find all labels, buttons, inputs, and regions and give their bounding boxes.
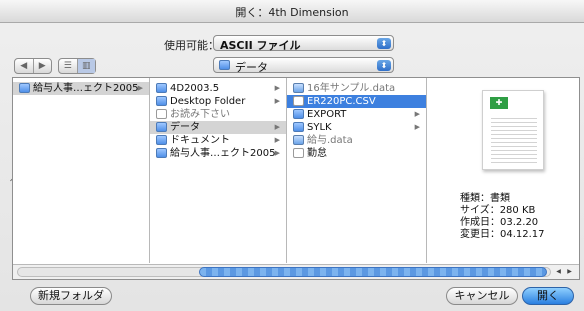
chevron-right-icon: ▶ [274, 123, 280, 131]
folder-icon [293, 109, 304, 119]
database-icon [293, 83, 304, 93]
database-icon [293, 135, 304, 145]
list-item[interactable]: 勤怠 [287, 147, 426, 160]
scroll-thumb[interactable] [199, 267, 547, 277]
enable-popup[interactable]: ASCII ファイル ⬍ [213, 35, 394, 52]
chevron-right-icon: ▶ [137, 84, 143, 92]
window-title: 開く：4th Dimension [235, 6, 349, 19]
folder-icon [156, 122, 167, 132]
preview-modified: 変更日：04.12.17 [460, 229, 545, 240]
browser-column-2: 4D2003.5 ▶ Desktop Folder ▶ お読み下さい データ ▶… [150, 78, 287, 263]
view-mode-buttons: ☰ ▥ [58, 58, 96, 74]
chevron-right-icon: ▶ [414, 110, 420, 118]
back-button[interactable]: ◀ [15, 59, 33, 73]
list-item[interactable]: お読み下さい [150, 108, 286, 121]
folder-icon [156, 83, 167, 93]
list-item[interactable]: 給与.data [287, 134, 426, 147]
spreadsheet-badge-icon: ✚ [490, 97, 508, 109]
enable-popup-value: ASCII ファイル [220, 39, 301, 52]
list-item[interactable]: 給与人事…ェクト2005 ▶ [150, 147, 286, 160]
file-browser: 給与人事…ェクト2005 ▶ 4D2003.5 ▶ Desktop Folder… [12, 77, 580, 280]
list-item[interactable]: ER220PC.CSV [287, 95, 426, 108]
preview-size: サイズ：280 KB [460, 205, 536, 216]
document-icon [156, 109, 167, 119]
preview-created: 作成日：03.2.20 [460, 217, 539, 228]
preview-info: 種類：書類 サイズ：280 KB 作成日：03.2.20 変更日：04.12.1… [460, 193, 545, 241]
chevron-right-icon: ▶ [414, 123, 420, 131]
chevron-right-icon: ▶ [274, 84, 280, 92]
chevron-right-icon: ▶ [274, 149, 280, 157]
folder-icon [219, 60, 230, 70]
scroll-arrows: ◀ ▶ [553, 267, 575, 277]
list-item[interactable]: 給与人事…ェクト2005 ▶ [13, 82, 149, 95]
location-popup[interactable]: データ ⬍ [213, 57, 394, 74]
list-item[interactable]: EXPORT ▶ [287, 108, 426, 121]
preview-kind: 種類：書類 [460, 193, 510, 204]
cancel-button[interactable]: キャンセル [446, 287, 518, 305]
forward-button[interactable]: ▶ [32, 59, 52, 73]
spreadsheet-document-icon: ✚ [482, 90, 544, 170]
chevron-right-icon: ▶ [274, 136, 280, 144]
list-item[interactable]: SYLK ▶ [287, 121, 426, 134]
back-forward-buttons: ◀ ▶ [14, 58, 52, 74]
new-folder-button[interactable]: 新規フォルダ [30, 287, 112, 305]
list-item[interactable]: データ ▶ [150, 121, 286, 134]
popup-arrows-icon: ⬍ [377, 60, 391, 71]
open-dialog: 開く：4th Dimension 使用可能： ASCII ファイル ⬍ ◀ ▶ … [0, 0, 584, 311]
enable-label: 使用可能： [164, 39, 219, 52]
popup-arrows-icon: ⬍ [377, 38, 391, 49]
horizontal-scrollbar[interactable]: ◀ ▶ [13, 264, 579, 279]
document-icon [293, 96, 304, 106]
scroll-left-icon[interactable]: ◀ [553, 267, 564, 277]
folder-icon [293, 122, 304, 132]
open-button[interactable]: 開く [522, 287, 574, 305]
document-icon [293, 148, 304, 158]
folder-icon [156, 96, 167, 106]
list-item[interactable]: Desktop Folder ▶ [150, 95, 286, 108]
list-item[interactable]: ドキュメント ▶ [150, 134, 286, 147]
folder-icon [156, 135, 167, 145]
list-view-button[interactable]: ☰ [59, 59, 77, 73]
chevron-right-icon: ▶ [274, 97, 280, 105]
scroll-right-icon[interactable]: ▶ [564, 267, 575, 277]
browser-column-3: 16年サンプル.data ER220PC.CSV EXPORT ▶ SYLK ▶… [287, 78, 427, 263]
folder-icon [156, 148, 167, 158]
folder-icon [19, 83, 30, 93]
location-popup-value: データ [235, 61, 268, 74]
browser-column-1: 給与人事…ェクト2005 ▶ [13, 78, 150, 263]
title-bar[interactable]: 開く：4th Dimension [0, 0, 584, 23]
list-item[interactable]: 16年サンプル.data [287, 82, 426, 95]
list-item[interactable]: 4D2003.5 ▶ [150, 82, 286, 95]
preview-pane: ✚ 種類：書類 サイズ：280 KB 作成日：03.2.20 変更日：04.12… [448, 78, 579, 263]
column-view-button[interactable]: ▥ [76, 59, 95, 73]
